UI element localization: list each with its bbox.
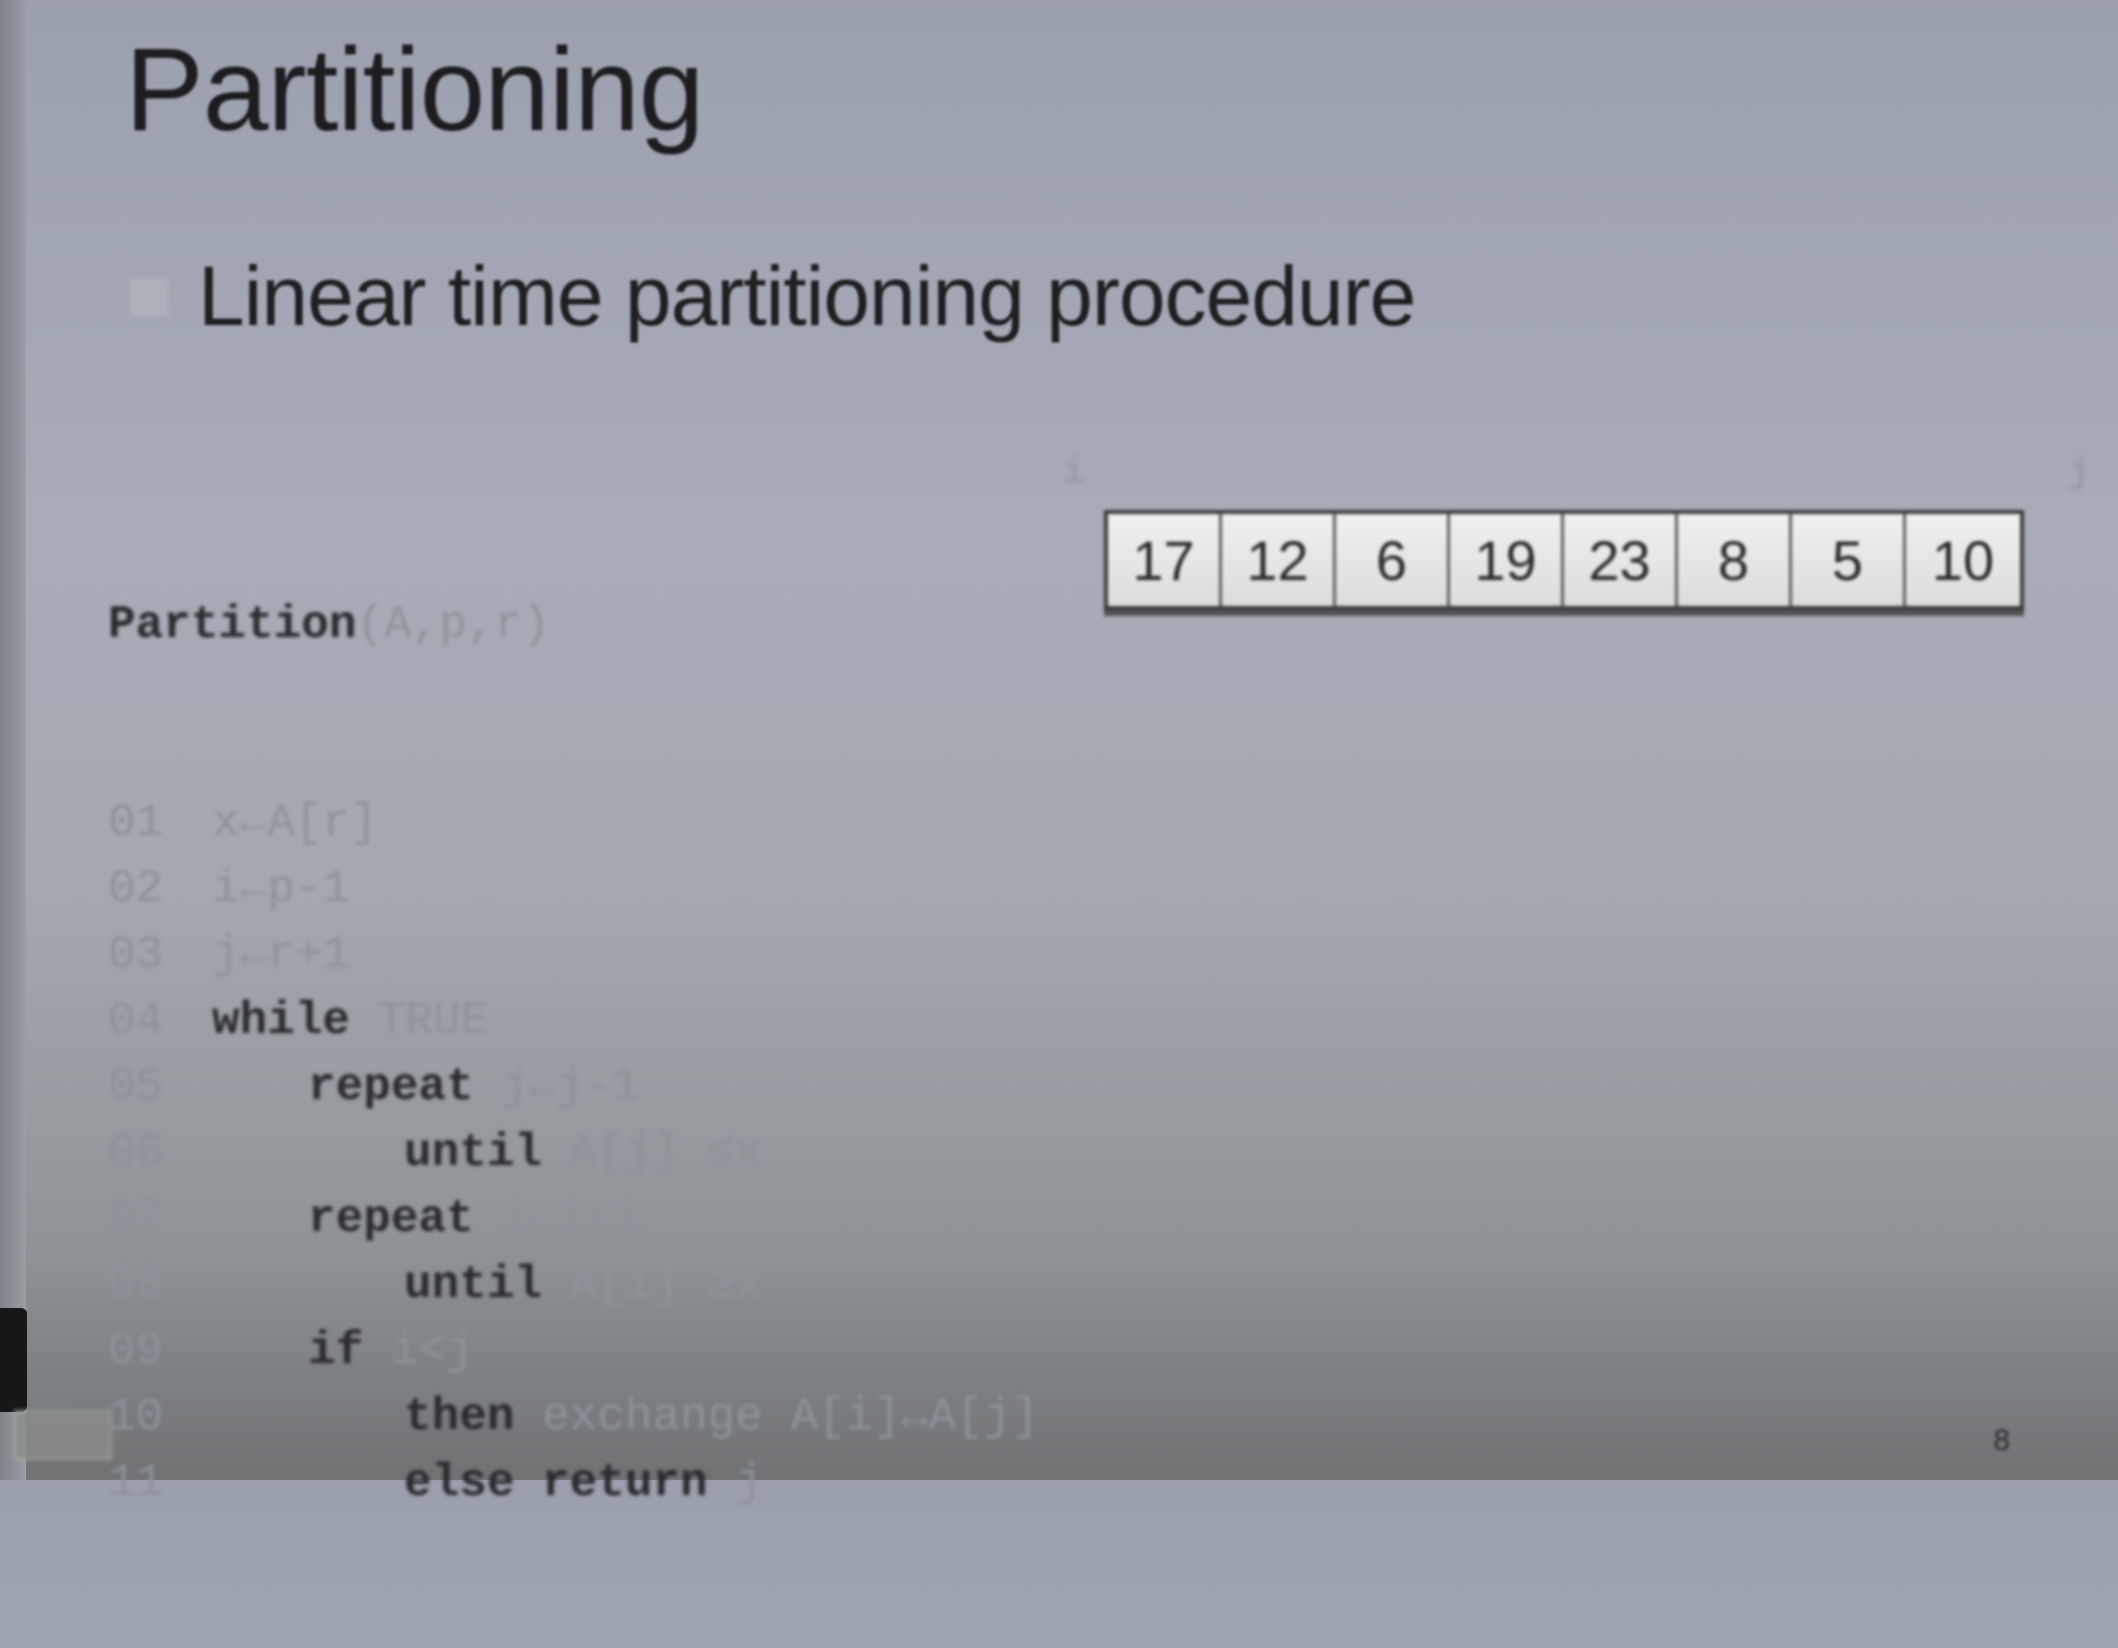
- array-diagram: 17 12 6 19 23 8 5 10: [1104, 510, 2024, 610]
- slide: Partitioning Linear time partitioning pr…: [0, 0, 2118, 1509]
- code-keyword: until: [404, 1127, 543, 1179]
- code-text: TRUE: [377, 995, 489, 1047]
- code-text: j←j-1: [501, 1061, 640, 1113]
- code-line: 08 until A[i] ≥x: [108, 1252, 1039, 1318]
- code-line: 06 until A[j] ≤x: [108, 1120, 1039, 1186]
- line-number: 08: [108, 1259, 164, 1311]
- line-number: 01: [108, 797, 164, 849]
- array-cell: 8: [1678, 514, 1792, 606]
- array-cell: 19: [1450, 514, 1564, 606]
- line-number: 03: [108, 929, 164, 981]
- bullet-text: Linear time partitioning procedure: [198, 249, 1416, 343]
- code-text: i←i+1: [501, 1193, 640, 1245]
- code-keyword: else return: [404, 1457, 708, 1509]
- code-line: 04 while TRUE: [108, 988, 1039, 1054]
- code-keyword: if: [308, 1325, 364, 1377]
- code-text: exchange A[i]↔A[j]: [542, 1391, 1039, 1443]
- array-cell: 23: [1564, 514, 1678, 606]
- code-keyword: repeat: [308, 1061, 474, 1113]
- slide-title: Partitioning: [125, 24, 704, 156]
- line-number: 11: [108, 1457, 164, 1509]
- code-line: 02 i←p-1: [108, 856, 1039, 922]
- code-text: j←r+1: [212, 929, 351, 981]
- line-number: 07: [108, 1193, 164, 1245]
- line-number: 02: [108, 863, 164, 915]
- bullet-item: Linear time partitioning procedure: [128, 248, 1416, 345]
- bullet-square-icon: [128, 275, 170, 318]
- array-cell: 17: [1108, 514, 1222, 606]
- code-text: j: [735, 1457, 763, 1509]
- code-line: 01 x←A[r]: [108, 790, 1039, 856]
- code-text: x←A[r]: [212, 797, 378, 849]
- line-number: 05: [108, 1061, 164, 1113]
- code-keyword: until: [404, 1259, 543, 1311]
- code-text: A[i] ≥x: [569, 1259, 763, 1311]
- pseudocode-block: Partition(A,p,r) 01 x←A[r] 02 i←p-1 03 j←r+1 0…: [108, 460, 1039, 1648]
- code-keyword: then: [404, 1391, 515, 1443]
- code-line: 05 repeat j←j-1: [108, 1054, 1039, 1120]
- code-header: Partition(A,p,r): [108, 592, 1039, 658]
- code-keyword: repeat: [308, 1193, 474, 1245]
- array-left-index-label: i: [1063, 452, 1085, 493]
- code-text: i<j: [390, 1325, 474, 1377]
- code-text: A[j] ≤x: [569, 1127, 763, 1179]
- page-number: 8: [1993, 1424, 2010, 1457]
- code-line: 09 if i<j: [108, 1318, 1039, 1384]
- line-number: 06: [108, 1127, 164, 1179]
- logo-icon: [14, 1410, 112, 1460]
- array-cell: 6: [1336, 514, 1450, 606]
- line-number: 04: [108, 995, 164, 1047]
- array-cell: 5: [1792, 514, 1906, 606]
- array-right-index-label: j: [2068, 452, 2090, 493]
- code-keyword: while: [212, 995, 351, 1047]
- code-line: 10 then exchange A[i]↔A[j]: [108, 1384, 1039, 1450]
- code-lines: 01 x←A[r] 02 i←p-1 03 j←r+1 04 while TRUE 05 repe…: [108, 790, 1039, 1516]
- code-line: 11 else return j: [108, 1450, 1039, 1516]
- array-cells: 17 12 6 19 23 8 5 10: [1104, 510, 2024, 610]
- array-cell: 12: [1222, 514, 1336, 606]
- code-line: 07 repeat i←i+1: [108, 1186, 1039, 1252]
- line-number: 10: [108, 1391, 164, 1443]
- code-text: i←p-1: [212, 863, 351, 915]
- array-cell: 10: [1906, 514, 2020, 606]
- function-name: Partition: [108, 599, 357, 651]
- line-number: 09: [108, 1325, 164, 1377]
- code-line: 03 j←r+1: [108, 922, 1039, 988]
- video-left-edge: [0, 0, 26, 1480]
- function-args: (A,p,r): [356, 599, 550, 651]
- player-side-tab[interactable]: [0, 1308, 27, 1412]
